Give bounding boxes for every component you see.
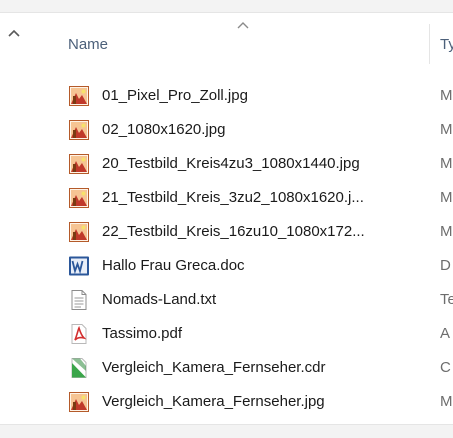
pdf-file-icon: [68, 323, 90, 345]
jpg-image-icon: [68, 391, 90, 413]
file-row[interactable]: Tassimo.pdf A: [52, 317, 453, 351]
bottom-strip: [0, 424, 453, 438]
file-list: 01_Pixel_Pro_Zoll.jpg M 02_1080x1620.jpg…: [52, 79, 453, 419]
file-name: 21_Testbild_Kreis_3zu2_1080x1620.j...: [102, 189, 364, 206]
file-type: M: [440, 87, 453, 104]
jpg-image-icon: [68, 221, 90, 243]
file-row[interactable]: 02_1080x1620.jpg M: [52, 113, 453, 147]
column-header-name[interactable]: Name: [68, 36, 108, 53]
file-type: M: [440, 189, 453, 206]
jpg-image-icon: [68, 153, 90, 175]
file-name: Vergleich_Kamera_Fernseher.jpg: [102, 393, 325, 410]
collapse-chevron-icon[interactable]: [7, 27, 21, 39]
file-row[interactable]: Nomads-Land.txt Te: [52, 283, 453, 317]
file-row[interactable]: Vergleich_Kamera_Fernseher.jpg M: [52, 385, 453, 419]
column-header: Name Ty: [52, 24, 453, 64]
text-file-icon: [68, 289, 90, 311]
file-name: Vergleich_Kamera_Fernseher.cdr: [102, 359, 326, 376]
file-type: M: [440, 121, 453, 138]
file-type: M: [440, 155, 453, 172]
navigation-pane[interactable]: [0, 13, 30, 423]
file-row[interactable]: 20_Testbild_Kreis4zu3_1080x1440.jpg M: [52, 147, 453, 181]
cdr-file-icon: [68, 357, 90, 379]
file-name: Tassimo.pdf: [102, 325, 183, 342]
jpg-image-icon: [68, 187, 90, 209]
file-name: 20_Testbild_Kreis4zu3_1080x1440.jpg: [102, 155, 360, 172]
file-name: Nomads-Land.txt: [102, 291, 217, 308]
column-header-type[interactable]: Ty: [440, 36, 453, 53]
file-type: M: [440, 223, 453, 240]
jpg-image-icon: [68, 119, 90, 141]
file-type: M: [440, 393, 453, 410]
file-row[interactable]: 21_Testbild_Kreis_3zu2_1080x1620.j... M: [52, 181, 453, 215]
file-name: 22_Testbild_Kreis_16zu10_1080x172...: [102, 223, 365, 240]
file-row[interactable]: 01_Pixel_Pro_Zoll.jpg M: [52, 79, 453, 113]
file-row[interactable]: 22_Testbild_Kreis_16zu10_1080x172... M: [52, 215, 453, 249]
jpg-image-icon: [68, 85, 90, 107]
word-doc-icon: [68, 255, 90, 277]
file-name: 02_1080x1620.jpg: [102, 121, 226, 138]
file-name: 01_Pixel_Pro_Zoll.jpg: [102, 87, 248, 104]
file-row[interactable]: Vergleich_Kamera_Fernseher.cdr C: [52, 351, 453, 385]
file-type: A: [440, 325, 451, 342]
file-name: Hallo Frau Greca.doc: [102, 257, 245, 274]
file-type: Te: [440, 291, 453, 308]
file-type: C: [440, 359, 451, 376]
column-divider[interactable]: [429, 24, 430, 64]
file-type: D: [440, 257, 451, 274]
file-row[interactable]: Hallo Frau Greca.doc D: [52, 249, 453, 283]
top-strip: [0, 0, 453, 13]
